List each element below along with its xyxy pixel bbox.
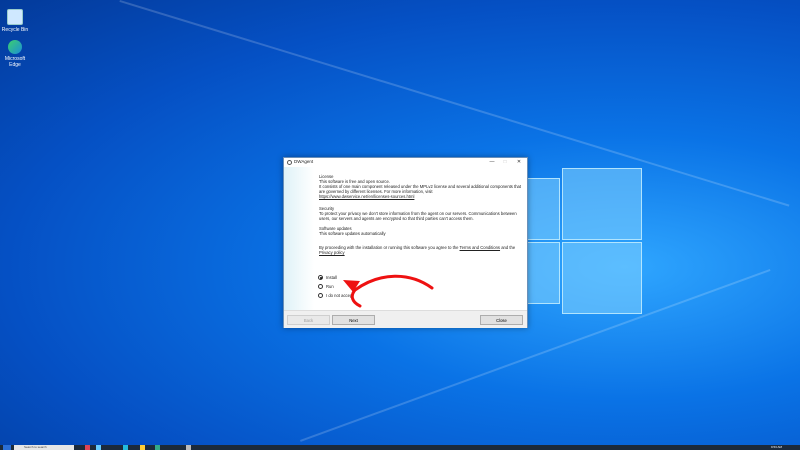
back-button[interactable]: Back (287, 315, 330, 325)
option-do-not-accept[interactable]: I do not accept (318, 293, 354, 299)
agreement-section: By proceeding with the installation or r… (319, 245, 524, 255)
side-banner (284, 167, 314, 310)
radio-do-not-accept[interactable] (318, 293, 323, 299)
taskbar-search[interactable]: Search to search (14, 445, 74, 450)
minimize-button[interactable]: — (487, 158, 497, 167)
maximize-button[interactable]: □ (500, 158, 510, 167)
recycle-bin-icon (7, 9, 23, 25)
desktop-icon-label: Recycle Bin (1, 27, 29, 33)
security-text: To protect your privacy we don't store i… (319, 211, 517, 221)
option-run[interactable]: Run (318, 284, 334, 290)
button-bar: Back Next Close (284, 310, 527, 328)
taskbar-app-icon[interactable] (85, 445, 90, 450)
taskbar-app-icon[interactable] (186, 445, 191, 450)
taskbar-app-icon[interactable] (155, 445, 160, 450)
app-icon (287, 160, 292, 165)
license-section: License This software is free and open s… (319, 174, 524, 199)
next-button[interactable]: Next (332, 315, 375, 325)
desktop-icon-edge[interactable]: Microsoft Edge (1, 40, 29, 68)
windows-logo-pane (562, 242, 642, 314)
close-window-button[interactable]: ✕ (514, 158, 524, 167)
taskbar-app-icon[interactable] (123, 445, 128, 450)
edge-icon (8, 40, 22, 54)
window-title: DWAgent (294, 159, 314, 164)
taskbar: Search to search 9:53 AM (0, 445, 800, 450)
license-line2: It consists of one main component releas… (319, 184, 522, 194)
close-button[interactable]: Close (480, 315, 523, 325)
option-label: Install (326, 275, 337, 280)
taskbar-clock[interactable]: 9:53 AM (771, 445, 782, 450)
desktop-icon-label: Microsoft Edge (4, 56, 26, 68)
updates-section: Software updates This software updates a… (319, 226, 524, 236)
option-label: I do not accept (326, 293, 354, 298)
taskbar-app-icon[interactable] (96, 445, 101, 450)
license-link[interactable]: https://www.dwservice.net/en/licenses-so… (319, 194, 414, 199)
terms-link[interactable]: Terms and Conditions (460, 245, 501, 250)
taskbar-app-icon[interactable] (140, 445, 145, 450)
option-label: Run (326, 284, 334, 289)
windows-logo-pane (562, 168, 642, 240)
radio-install[interactable] (318, 275, 323, 281)
start-button[interactable] (3, 445, 11, 450)
security-section: Security To protect your privacy we don'… (319, 206, 524, 221)
agreement-and: and the (501, 245, 516, 250)
option-install[interactable]: Install (318, 275, 337, 281)
dwagent-dialog: DWAgent — □ ✕ License This software is f… (283, 157, 528, 328)
radio-run[interactable] (318, 284, 323, 290)
updates-text: This software updates automatically (319, 231, 386, 236)
desktop-icon-recycle-bin[interactable]: Recycle Bin (1, 9, 29, 33)
search-placeholder: Search to search (24, 445, 47, 449)
privacy-link[interactable]: Privacy policy (319, 250, 345, 255)
title-bar[interactable]: DWAgent — □ ✕ (284, 158, 527, 167)
